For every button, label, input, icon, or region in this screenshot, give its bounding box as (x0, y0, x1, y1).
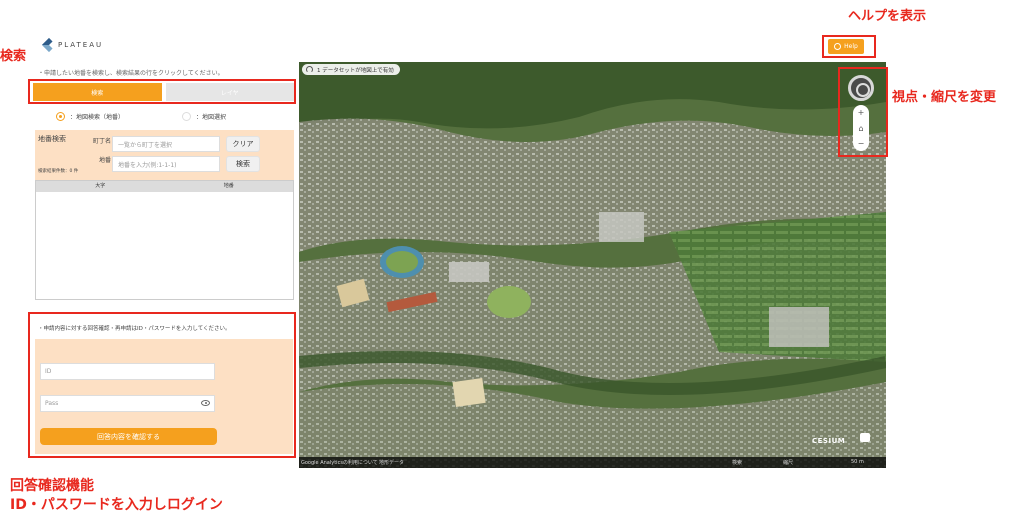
parcel-input[interactable]: 地番を入力(例:1-1-1) (112, 156, 220, 172)
footer-scale-label: 縮尺 (783, 460, 794, 466)
search-mode-radios: ：地図検索（地番） ：地図選択 (56, 112, 226, 121)
parcel-search-panel: 地番検索 町丁名 一覧から町丁を選択 クリア 地番 地番を入力(例:1-1-1)… (35, 130, 294, 180)
highlight-login (28, 312, 296, 458)
parcel-search-title: 地番検索 (38, 135, 66, 143)
search-button[interactable]: 検索 (226, 156, 260, 172)
results-table: 大字 地番 (35, 180, 294, 300)
highlight-help (822, 35, 876, 58)
dataset-layers-icon (306, 66, 313, 73)
annotation-view-zoom: 視点・縮尺を変更 (892, 90, 997, 105)
result-count: 検索結果件数：0 件 (38, 169, 79, 174)
logo-text: PLATEAU (58, 41, 104, 49)
analytics-link[interactable]: Google Analyticsの利用について (301, 459, 378, 466)
highlight-tabs (28, 79, 296, 104)
table-header: 大字 地番 (36, 181, 293, 192)
annotation-help: ヘルプを表示 (848, 9, 927, 24)
highlight-nav (838, 67, 888, 157)
map-view[interactable] (299, 62, 886, 468)
footer-search-label: 検索 (732, 460, 743, 466)
chat-icon[interactable] (860, 433, 870, 442)
cesium-logo[interactable]: CESIUM (812, 437, 845, 445)
search-instruction: ・申請したい地番を検索し、検索結果の行をクリックしてください。 (38, 70, 224, 77)
plateau-logo: PLATEAU (41, 37, 104, 53)
town-label: 町丁名 (93, 138, 112, 145)
clear-button[interactable]: クリア (226, 136, 260, 152)
annotation-login-desc: ID・パスワードを入力しログイン (10, 497, 223, 513)
dataset-status-text: 1 データセットが地図上で有効 (317, 67, 394, 74)
radio-parcel-search[interactable]: ：地図検索（地番） (56, 112, 124, 121)
map-footer-bar: Google Analyticsの利用について 地形データ 検索 縮尺 50 m (299, 457, 886, 468)
annotation-login-title: 回答確認機能 (10, 478, 94, 494)
page: 検索・レイヤのタブ切替 ヘルプを表示 視点・縮尺を変更 回答確認機能 ID・パス… (0, 0, 1029, 525)
terrain-data-link[interactable]: 地形データ (379, 459, 404, 466)
radio-map-select-label: ：地図選択 (196, 114, 227, 121)
radio-unselected-icon (182, 112, 192, 121)
plateau-logo-icon (41, 37, 57, 53)
parcel-label: 地番 (99, 157, 112, 164)
column-parcel: 地番 (223, 183, 234, 189)
aerial-map-image (299, 62, 886, 468)
radio-map-select[interactable]: ：地図選択 (182, 112, 226, 121)
radio-selected-icon (56, 112, 65, 121)
dataset-status-chip[interactable]: 1 データセットが地図上で有効 (302, 64, 400, 75)
radio-parcel-search-label: ：地図検索（地番） (70, 114, 125, 121)
scale-bar-value: 50 m (851, 459, 864, 465)
town-select[interactable]: 一覧から町丁を選択 (112, 136, 220, 152)
column-oaza: 大字 (95, 183, 106, 189)
